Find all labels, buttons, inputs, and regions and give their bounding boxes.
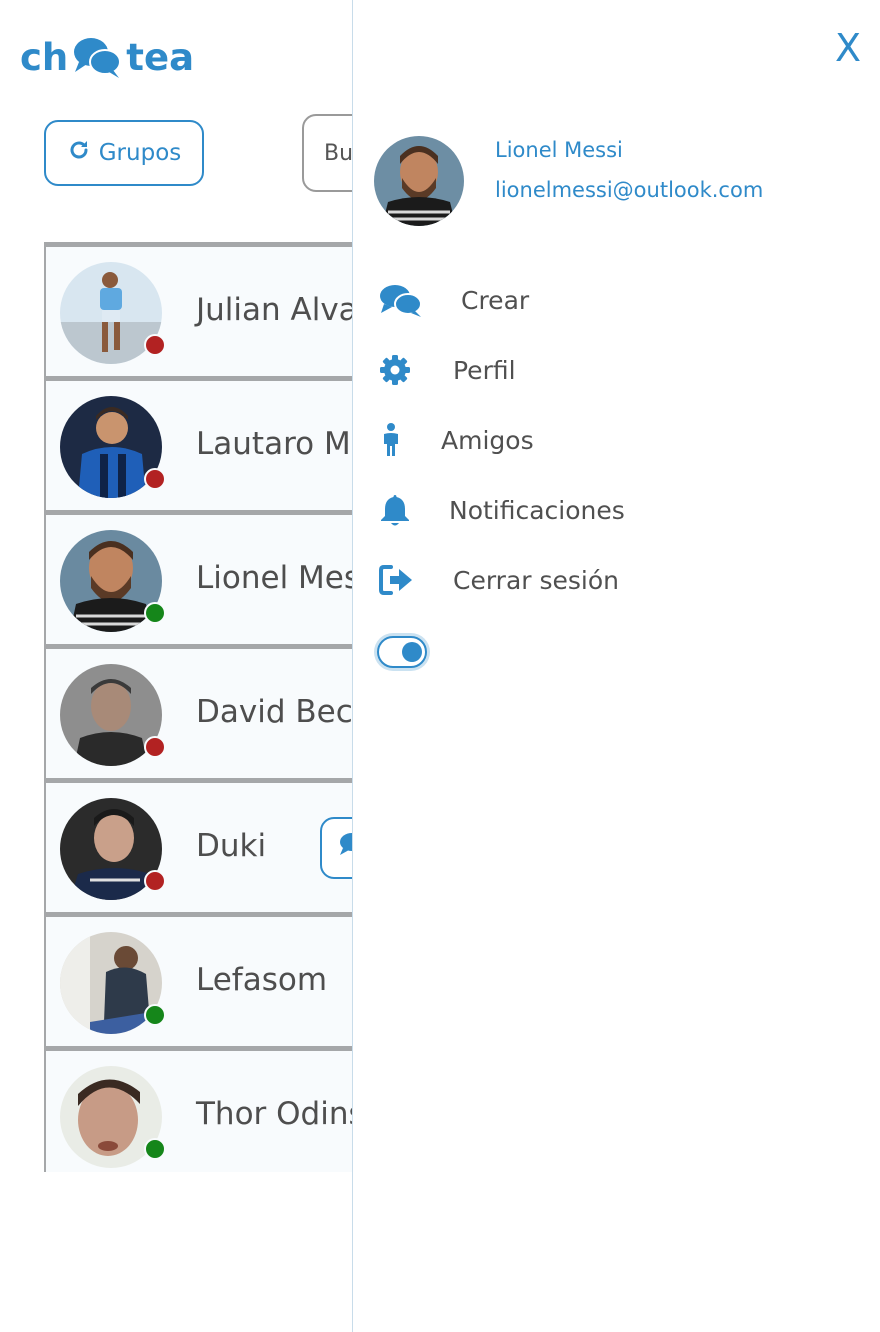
menu-item-label: Crear bbox=[461, 285, 530, 315]
contact-name: Lautaro Ma bbox=[196, 426, 370, 462]
logout-icon bbox=[379, 558, 453, 602]
close-menu-button[interactable]: X bbox=[835, 26, 861, 70]
menu-item-amigos[interactable]: Amigos bbox=[379, 418, 534, 462]
status-dot-offline bbox=[144, 870, 166, 892]
menu-item-notificaciones[interactable]: Notificaciones bbox=[379, 488, 625, 532]
status-dot-offline bbox=[144, 736, 166, 758]
groups-button-label: Grupos bbox=[98, 140, 182, 166]
contact-name: Lionel Mes bbox=[196, 560, 361, 596]
refresh-icon bbox=[67, 138, 91, 168]
status-dot-online bbox=[144, 602, 166, 624]
contact-name: Lefasom bbox=[196, 962, 328, 998]
logo-bubbles-icon bbox=[69, 32, 125, 82]
side-menu: X Lionel Messi lionelmessi@outlook.com C… bbox=[352, 0, 880, 1332]
logo-text-right: tea bbox=[126, 35, 195, 79]
toggle-knob bbox=[402, 642, 422, 662]
profile-avatar[interactable] bbox=[374, 136, 464, 226]
status-dot-offline bbox=[144, 334, 166, 356]
status-dot-online bbox=[144, 1138, 166, 1160]
bell-icon bbox=[379, 488, 449, 532]
contact-name: David Beck bbox=[196, 694, 371, 730]
menu-item-label: Amigos bbox=[441, 425, 534, 455]
profile-name: Lionel Messi bbox=[495, 138, 623, 162]
profile-email: lionelmessi@outlook.com bbox=[495, 178, 764, 202]
menu-item-label: Perfil bbox=[453, 355, 516, 385]
chat-bubbles-icon bbox=[379, 278, 461, 322]
gear-icon bbox=[379, 348, 453, 392]
contact-name: Duki bbox=[196, 828, 267, 864]
status-dot-offline bbox=[144, 468, 166, 490]
logo-text-left: ch bbox=[20, 35, 69, 79]
contact-name: Thor Odins bbox=[196, 1096, 365, 1132]
menu-item-label: Cerrar sesión bbox=[453, 565, 620, 595]
app-logo: ch tea bbox=[20, 32, 194, 82]
status-dot-online bbox=[144, 1004, 166, 1026]
search-input-text: Bu bbox=[324, 140, 354, 166]
contact-name: Julian Alvar bbox=[196, 292, 371, 328]
groups-button[interactable]: Grupos bbox=[44, 120, 204, 186]
dark-mode-toggle[interactable] bbox=[377, 636, 427, 668]
menu-item-logout[interactable]: Cerrar sesión bbox=[379, 558, 619, 602]
menu-item-crear[interactable]: Crear bbox=[379, 278, 529, 322]
person-icon bbox=[379, 418, 441, 462]
menu-item-perfil[interactable]: Perfil bbox=[379, 348, 516, 392]
menu-item-label: Notificaciones bbox=[449, 495, 625, 525]
